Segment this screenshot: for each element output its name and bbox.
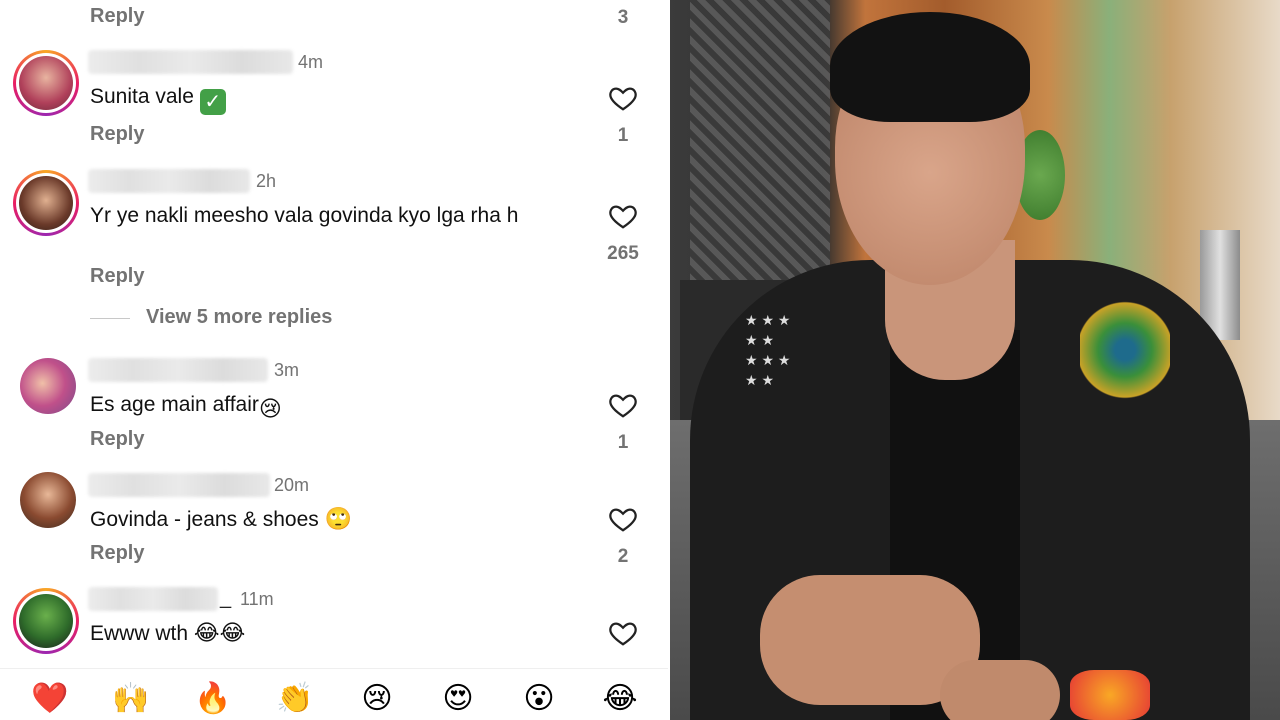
person-hair — [830, 12, 1030, 122]
comments-panel: Reply 3 4m Sunita vale ✓ Reply 1 2h Yr y… — [0, 0, 668, 720]
avatar[interactable] — [20, 358, 76, 414]
avatar[interactable] — [13, 170, 79, 236]
peacock-feather-embroidery — [1080, 300, 1170, 400]
username-blurred[interactable] — [88, 473, 270, 497]
crying-face-emoji-button[interactable]: 😢 — [357, 679, 397, 719]
like-count: 2 — [617, 546, 629, 567]
avatar[interactable] — [20, 472, 76, 528]
red-heart-emoji-button[interactable]: ❤️ — [30, 679, 70, 719]
fire-emoji-button[interactable]: 🔥 — [193, 679, 233, 719]
like-count: 265 — [607, 243, 639, 264]
raised-hands-emoji-button[interactable]: 🙌 — [111, 679, 151, 719]
reply-button[interactable]: Reply — [90, 5, 144, 28]
comment-text: Sunita vale ✓ — [90, 83, 580, 115]
view-more-replies-label: View 5 more replies — [146, 306, 333, 328]
comment-text: Es age main affair😢 — [90, 393, 282, 421]
username-blurred[interactable] — [88, 50, 293, 74]
comment-text: Ewww wth 😂😂 — [90, 620, 246, 645]
emoji-reaction-bar: ❤️ 🙌 🔥 👏 😢 😍 😮 😂 — [0, 668, 668, 720]
like-count: 3 — [617, 7, 629, 28]
check-mark-emoji: ✓ — [199, 89, 226, 115]
reply-button[interactable]: Reply — [90, 542, 144, 565]
username-suffix: _ — [220, 587, 232, 609]
decorative-screen — [690, 0, 830, 290]
like-count: 1 — [617, 125, 629, 146]
heart-outline-icon[interactable] — [608, 201, 638, 231]
heart-outline-icon[interactable] — [608, 390, 638, 420]
heart-outline-icon[interactable] — [608, 83, 638, 113]
crying-face-emoji: 😢 — [258, 396, 282, 421]
face-with-rolling-eyes-emoji: 🙄 — [324, 506, 353, 531]
heart-outline-icon[interactable] — [608, 618, 638, 648]
timestamp: 11m — [240, 589, 274, 609]
username-blurred[interactable] — [88, 587, 218, 611]
avatar[interactable] — [13, 588, 79, 654]
username-blurred[interactable] — [88, 358, 268, 382]
heart-outline-icon[interactable] — [608, 504, 638, 534]
person-hand — [940, 660, 1060, 720]
tears-of-joy-emoji-button[interactable]: 😂 — [600, 679, 640, 719]
heart-eyes-emoji-button[interactable]: 😍 — [438, 679, 478, 719]
flame-patch — [1070, 670, 1150, 720]
star-embroidery: ★ ★ ★ ★ ★ ★ ★ ★ ★ ★ — [745, 312, 791, 388]
username-blurred[interactable] — [88, 169, 250, 193]
video-frame[interactable]: ★ ★ ★ ★ ★ ★ ★ ★ ★ ★ — [670, 0, 1280, 720]
comment-text: Yr ye nakli meesho vala govinda kyo lga … — [90, 204, 519, 227]
like-count: 1 — [617, 432, 629, 453]
face-with-tears-of-joy-emoji: 😂😂 — [193, 620, 246, 645]
timestamp: 3m — [274, 360, 300, 380]
comment-text: Govinda - jeans & shoes 🙄 — [90, 506, 353, 531]
clapping-hands-emoji-button[interactable]: 👏 — [275, 679, 315, 719]
reply-button[interactable]: Reply — [90, 265, 144, 288]
timestamp: 20m — [274, 475, 310, 495]
timestamp: 4m — [298, 52, 324, 72]
open-mouth-emoji-button[interactable]: 😮 — [519, 679, 559, 719]
timestamp: 2h — [256, 171, 277, 191]
reply-button[interactable]: Reply — [90, 428, 144, 451]
avatar[interactable] — [13, 50, 79, 116]
divider — [90, 318, 130, 319]
reply-button[interactable]: Reply — [90, 123, 144, 146]
